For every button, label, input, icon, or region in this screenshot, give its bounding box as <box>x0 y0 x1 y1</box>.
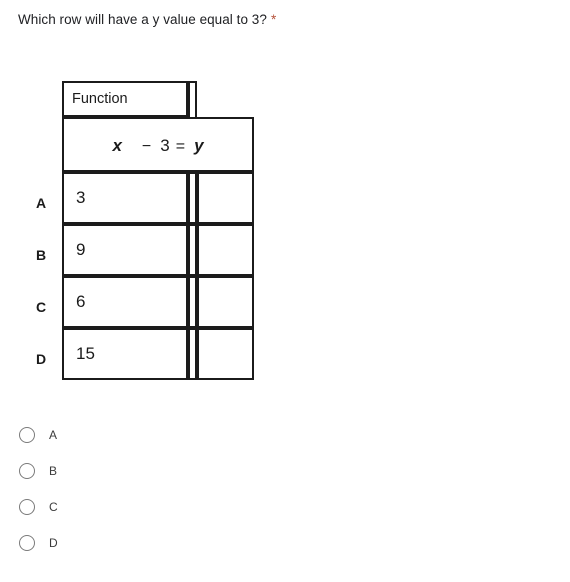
table-cell-x: 6 <box>62 276 188 328</box>
table-header-function-label: Function <box>72 91 128 107</box>
table-row: 3 <box>62 172 254 224</box>
formula-right-variable: y <box>194 136 204 155</box>
table-cell-x: 9 <box>62 224 188 276</box>
table-cell-divider <box>188 276 197 328</box>
option-row-b[interactable]: B <box>0 460 300 496</box>
table-row-label-d: D <box>36 351 47 367</box>
table-cell-divider <box>188 172 197 224</box>
answer-options-list: A B C D <box>0 424 300 568</box>
table-row-label-b: B <box>36 247 47 263</box>
option-label-a: A <box>49 428 58 442</box>
table-cell-x-value: 9 <box>76 240 86 259</box>
table-cell-divider <box>188 328 197 380</box>
table-cell-y <box>197 276 254 328</box>
formula-left-variable: x <box>112 136 122 155</box>
table-cell-x-value: 15 <box>76 344 95 363</box>
required-asterisk: * <box>270 12 277 27</box>
table-cell-y <box>197 172 254 224</box>
table-cell-x-value: 6 <box>76 292 86 311</box>
table-formula-expression: x −3 = y <box>64 136 252 156</box>
option-label-c: C <box>49 500 58 514</box>
radio-button-icon[interactable] <box>19 463 35 479</box>
option-label-b: B <box>49 464 58 478</box>
table-cell-divider <box>188 224 197 276</box>
formula-equals: = <box>175 138 186 155</box>
table-formula-cell: x −3 = y <box>62 117 254 172</box>
function-table-figure: Function x −3 = y A 3 B 9 C 6 D 15 <box>0 70 300 410</box>
formula-constant: 3 <box>160 136 170 155</box>
table-row: 9 <box>62 224 254 276</box>
table-header-function-cell: Function <box>62 81 188 117</box>
formula-operator: − <box>141 138 152 155</box>
table-row: 6 <box>62 276 254 328</box>
table-cell-x: 3 <box>62 172 188 224</box>
radio-button-icon[interactable] <box>19 535 35 551</box>
table-cell-x: 15 <box>62 328 188 380</box>
option-row-c[interactable]: C <box>0 496 300 532</box>
table-cell-y <box>197 224 254 276</box>
radio-button-icon[interactable] <box>19 427 35 443</box>
table-row-label-c: C <box>36 299 47 315</box>
table-cell-x-value: 3 <box>76 188 86 207</box>
question-block: Which row will have a y value equal to 3… <box>18 10 538 32</box>
table-row: 15 <box>62 328 254 380</box>
option-row-d[interactable]: D <box>0 532 300 568</box>
table-cell-y <box>197 328 254 380</box>
question-text: Which row will have a y value equal to 3… <box>18 12 267 27</box>
table-row-label-a: A <box>36 195 47 211</box>
radio-button-icon[interactable] <box>19 499 35 515</box>
option-row-a[interactable]: A <box>0 424 300 460</box>
option-label-d: D <box>49 536 58 550</box>
table-header-divider-column <box>188 81 197 117</box>
